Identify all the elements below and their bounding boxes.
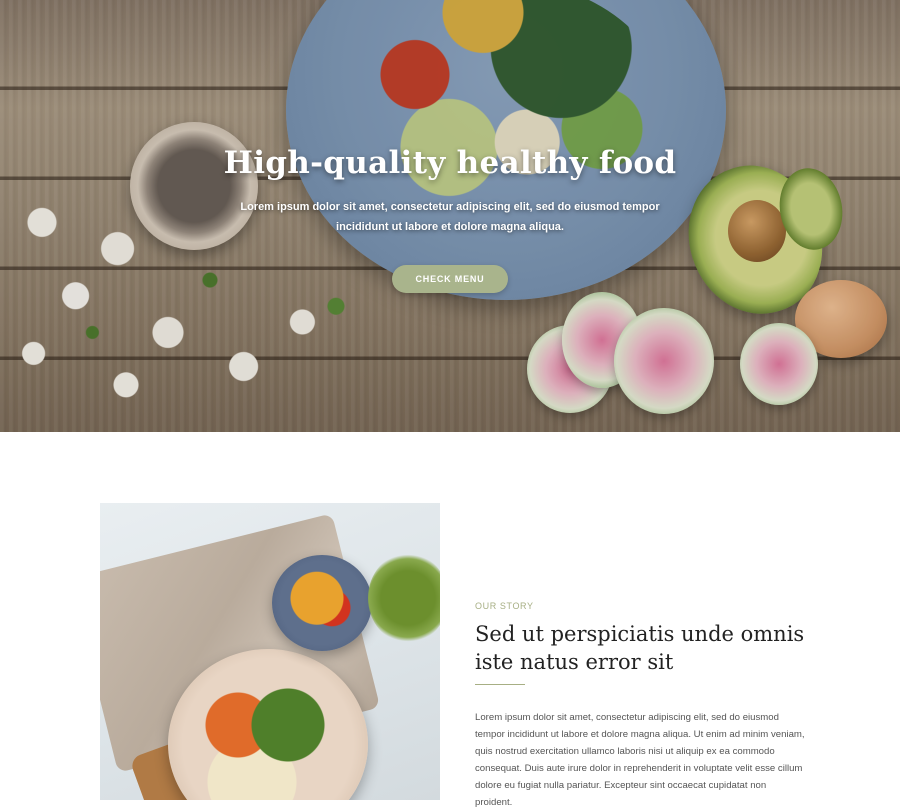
hero-section: High-quality healthy food Lorem ipsum do… — [0, 0, 900, 432]
story-divider — [475, 684, 525, 685]
hero-title: High-quality healthy food — [223, 145, 677, 181]
check-menu-button[interactable]: CHECK MENU — [392, 265, 508, 293]
story-heading: Sed ut perspiciatis unde omnis iste natu… — [475, 622, 805, 674]
hero-description: Lorem ipsum dolor sit amet, consectetur … — [240, 201, 660, 233]
microgreens-image — [368, 553, 440, 643]
story-food-image — [100, 503, 440, 800]
story-kicker: OUR STORY — [475, 601, 534, 611]
tomato-bowl-image — [272, 555, 372, 651]
story-body: Lorem ipsum dolor sit amet, consectetur … — [475, 712, 805, 808]
